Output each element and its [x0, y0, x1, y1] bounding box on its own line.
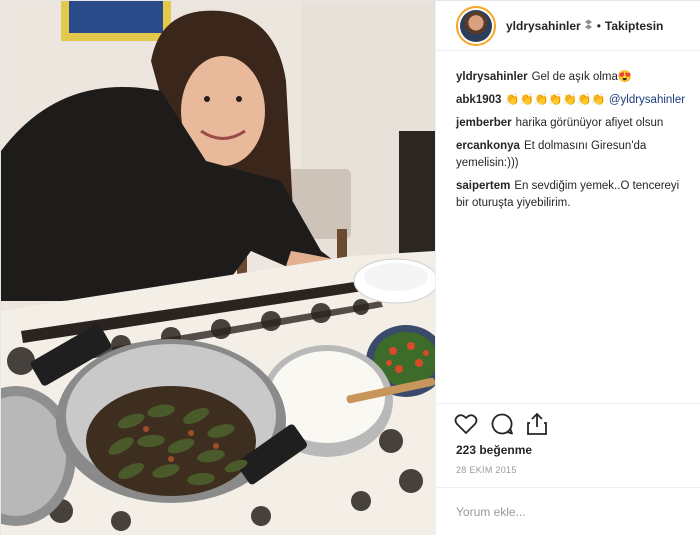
- comment-text: Gel de aşık olma😍: [531, 71, 633, 83]
- post-date: 28 EKİM 2015: [456, 465, 517, 475]
- comment-item: abk1903 👏👏👏👏👏👏👏 @yldrysahinler: [456, 92, 692, 109]
- comment-list: yldrysahinler Gel de aşık olma😍 abk1903 👏👏…: [456, 69, 692, 218]
- comment-username[interactable]: saipertem: [456, 180, 510, 192]
- avatar-image: [460, 9, 492, 42]
- verified-icon: [584, 19, 593, 33]
- comment-username[interactable]: abk1903: [456, 94, 501, 106]
- action-bar: [436, 403, 700, 443]
- post-photo: [1, 1, 435, 535]
- like-count[interactable]: 223 beğenme: [456, 443, 532, 457]
- comment-username[interactable]: jemberber: [456, 117, 512, 129]
- share-icon[interactable]: [526, 412, 548, 436]
- comment-item: jemberber harika görünüyor afiyet olsun: [456, 115, 692, 132]
- avatar[interactable]: [456, 5, 496, 46]
- comment-item: yldrysahinler Gel de aşık olma😍: [456, 69, 692, 86]
- comment-text: harika görünüyor afiyet olsun: [515, 117, 664, 129]
- separator-dot: •: [596, 18, 601, 33]
- comment-username[interactable]: yldrysahinler: [456, 71, 528, 83]
- comment-input[interactable]: [456, 505, 676, 519]
- post-sidebar: yldrysahinler • Takiptesin yldrysahinler…: [435, 1, 700, 535]
- heart-icon[interactable]: [454, 413, 478, 435]
- username-link[interactable]: yldrysahinler: [506, 19, 581, 33]
- comment-username[interactable]: ercankonya: [456, 140, 520, 152]
- comment-item: ercankonya Et dolmasını Giresun'da yemeli…: [456, 138, 692, 172]
- comment-mention-link[interactable]: @yldrysahinler: [609, 94, 685, 106]
- comment-item: saipertem En sevdiğim yemek..O tencereyi …: [456, 178, 692, 212]
- instagram-post: yldrysahinler • Takiptesin yldrysahinler…: [0, 0, 700, 535]
- follow-status-button[interactable]: Takiptesin: [605, 19, 663, 33]
- comment-text: 👏👏👏👏👏👏👏: [505, 94, 609, 106]
- comment-icon[interactable]: [490, 412, 514, 436]
- post-header: yldrysahinler • Takiptesin: [436, 1, 700, 51]
- comment-form: [436, 487, 700, 535]
